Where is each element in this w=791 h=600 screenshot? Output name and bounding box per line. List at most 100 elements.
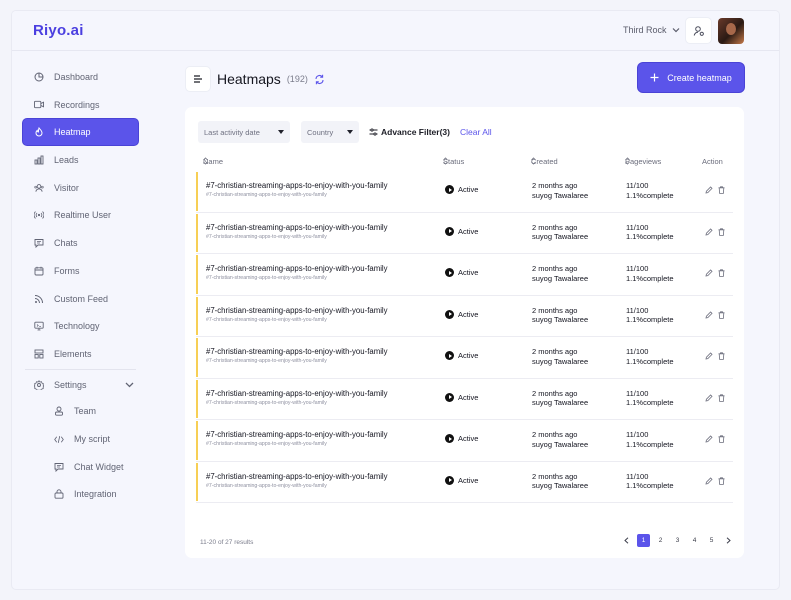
table-body: #7-christian-streaming-apps-to-enjoy-wit… [196, 171, 733, 503]
trash-icon[interactable] [718, 435, 725, 443]
table-row[interactable]: #7-christian-streaming-apps-to-enjoy-wit… [196, 337, 733, 379]
country-select[interactable]: Country [301, 121, 359, 143]
sidebar-item-realtime-user[interactable]: Realtime User [23, 202, 138, 228]
heatmap-name[interactable]: #7-christian-streaming-apps-to-enjoy-wit… [206, 306, 388, 315]
heatmap-name[interactable]: #7-christian-streaming-apps-to-enjoy-wit… [206, 223, 388, 232]
row-actions [705, 476, 725, 485]
menu-toggle-button[interactable] [185, 66, 211, 92]
heatmap-name[interactable]: #7-christian-streaming-apps-to-enjoy-wit… [206, 181, 388, 190]
sidebar-item-my-script[interactable]: My script [23, 425, 138, 453]
trash-icon[interactable] [718, 269, 725, 277]
page-button[interactable]: 1 [637, 534, 650, 547]
edit-icon[interactable] [705, 352, 713, 360]
sidebar-item-visitor[interactable]: Visitor [23, 175, 138, 201]
table-row[interactable]: #7-christian-streaming-apps-to-enjoy-wit… [196, 379, 733, 420]
created-cell: 2 months ago suyog Tawalaree [532, 430, 588, 449]
created-by: suyog Tawalaree [532, 481, 589, 490]
sidebar-item-recordings[interactable]: Recordings [23, 92, 138, 118]
heatmap-name[interactable]: #7-christian-streaming-apps-to-enjoy-wit… [206, 472, 388, 481]
page-button[interactable]: 2 [652, 534, 669, 547]
chevron-down-icon [672, 28, 679, 33]
pageviews-complete: 1.1%complete [626, 356, 674, 366]
trash-icon[interactable] [718, 352, 725, 360]
column-header-status[interactable]: Status [443, 157, 464, 166]
sidebar-item-label: Team [74, 406, 97, 417]
table-row[interactable]: #7-christian-streaming-apps-to-enjoy-wit… [196, 296, 733, 337]
advance-filter-button[interactable]: Advance Filter(3) [369, 127, 450, 137]
user-settings-button[interactable] [685, 17, 712, 44]
status-badge: Active [445, 226, 478, 236]
column-header-name[interactable]: Name [203, 157, 223, 166]
chevron-down-icon [125, 382, 134, 387]
page-button[interactable]: 3 [669, 534, 686, 547]
sidebar-item-team[interactable]: Team [23, 398, 138, 426]
sidebar-item-elements[interactable]: Elements [23, 341, 138, 367]
sidebar-item-leads[interactable]: Leads [23, 147, 138, 173]
refresh-icon[interactable] [314, 74, 325, 85]
row-actions [705, 352, 725, 360]
avatar[interactable] [718, 18, 744, 44]
heatmap-name[interactable]: #7-christian-streaming-apps-to-enjoy-wit… [206, 347, 388, 356]
page-button[interactable]: 5 [703, 534, 720, 547]
edit-icon[interactable] [705, 476, 713, 485]
pageviews-count: 11/100 [626, 430, 649, 439]
row-actions [705, 269, 725, 277]
trash-icon[interactable] [718, 186, 725, 194]
created-ago: 2 months ago [532, 471, 578, 481]
heatmap-slug: #7-christian-streaming-apps-to-enjoy-wit… [206, 275, 327, 281]
table-row[interactable]: #7-christian-streaming-apps-to-enjoy-wit… [196, 171, 733, 213]
filter-bar: Last activity date Country Advance Filte… [198, 121, 492, 143]
sidebar-item-forms[interactable]: Forms [23, 258, 138, 284]
prev-page-button[interactable] [618, 534, 635, 547]
column-header-created[interactable]: Created [531, 157, 558, 166]
sidebar-item-chat-widget[interactable]: Chat Widget [23, 453, 138, 481]
sidebar-item-heatmap[interactable]: Heatmap [23, 119, 138, 146]
next-page-button[interactable] [720, 534, 737, 547]
row-actions [705, 393, 725, 402]
trash-icon[interactable] [718, 393, 725, 402]
workspace-switcher[interactable]: Third Rock [623, 25, 680, 35]
page-button[interactable]: 4 [686, 534, 703, 547]
trash-icon[interactable] [718, 310, 725, 319]
edit-icon[interactable] [705, 227, 713, 236]
table-row[interactable]: #7-christian-streaming-apps-to-enjoy-wit… [196, 213, 733, 254]
created-cell: 2 months ago suyog Tawalaree [532, 264, 588, 283]
last-activity-select[interactable]: Last activity date [198, 121, 290, 143]
heatmap-slug: #7-christian-streaming-apps-to-enjoy-wit… [206, 399, 327, 406]
sidebar-item-label: Elements [54, 348, 92, 359]
heatmap-slug: #7-christian-streaming-apps-to-enjoy-wit… [206, 358, 327, 364]
edit-icon[interactable] [705, 269, 713, 277]
table-row[interactable]: #7-christian-streaming-apps-to-enjoy-wit… [196, 420, 733, 462]
play-icon [445, 475, 454, 485]
heatmap-slug: #7-christian-streaming-apps-to-enjoy-wit… [206, 316, 327, 323]
sidebar-item-integration[interactable]: Integration [23, 481, 138, 509]
created-cell: 2 months ago suyog Tawalaree [532, 181, 588, 200]
edit-icon[interactable] [705, 310, 713, 319]
column-label: Name [203, 157, 224, 166]
status-badge: Active [445, 185, 478, 194]
edit-icon[interactable] [705, 393, 713, 402]
edit-icon[interactable] [705, 186, 713, 194]
sidebar-item-dashboard[interactable]: Dashboard [23, 64, 138, 90]
video-icon [34, 100, 44, 110]
sidebar-item-technology[interactable]: Technology [23, 313, 138, 339]
app-logo[interactable]: Riyo.ai [33, 22, 84, 39]
create-heatmap-button[interactable]: Create heatmap [638, 63, 744, 92]
clear-all-link[interactable]: Clear All [460, 127, 492, 137]
column-header-pageviews[interactable]: Pageviews [625, 157, 661, 166]
sidebar-item-chats[interactable]: Chats [23, 230, 138, 256]
sidebar-item-custom-feed[interactable]: Custom Feed [23, 286, 138, 312]
advance-filter-label: Advance Filter(3) [381, 127, 450, 137]
trash-icon[interactable] [718, 476, 725, 485]
heatmap-slug: #7-christian-streaming-apps-to-enjoy-wit… [206, 441, 327, 447]
table-row[interactable]: #7-christian-streaming-apps-to-enjoy-wit… [196, 462, 733, 503]
heatmap-name[interactable]: #7-christian-streaming-apps-to-enjoy-wit… [206, 430, 388, 439]
heatmap-name[interactable]: #7-christian-streaming-apps-to-enjoy-wit… [206, 389, 388, 398]
play-icon [445, 226, 454, 236]
sidebar-item-settings[interactable]: Settings [23, 372, 138, 398]
heatmap-name[interactable]: #7-christian-streaming-apps-to-enjoy-wit… [206, 264, 388, 273]
status-badge: Active [445, 392, 478, 402]
edit-icon[interactable] [705, 435, 713, 443]
trash-icon[interactable] [718, 227, 725, 236]
table-row[interactable]: #7-christian-streaming-apps-to-enjoy-wit… [196, 254, 733, 296]
